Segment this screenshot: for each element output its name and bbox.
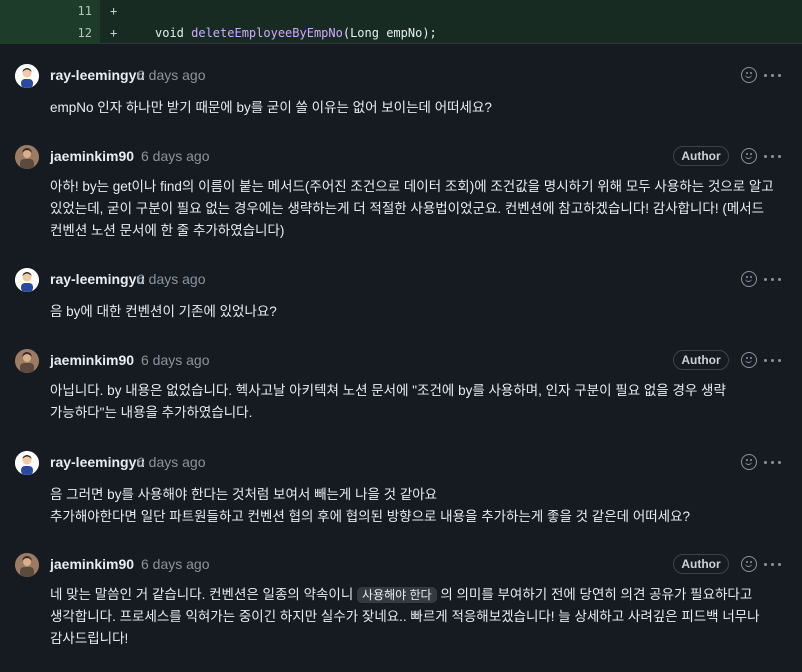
more-options-icon[interactable] xyxy=(764,278,782,282)
comment-body-line: 추가해야한다면 일단 파트원들하고 컨벤션 협의 후에 협의된 방향으로 내용을… xyxy=(50,509,691,524)
comment-body: 음 그러면 by를 사용해야 한다는 것처럼 보여서 빼는게 나을 것 같아요 … xyxy=(50,484,790,528)
author-badge: Author xyxy=(673,350,729,370)
diff-line: 12 + void deleteEmployeeByEmpNo(Long emp… xyxy=(0,22,802,44)
comment-author[interactable]: ray-leemingyu xyxy=(50,454,145,470)
avatar[interactable] xyxy=(15,145,39,169)
author-badge: Author xyxy=(673,146,729,166)
comment-body: empNo 인자 하나만 받기 때문에 by를 굳이 쓸 이유는 없어 보이는데… xyxy=(50,100,492,115)
add-reaction-icon[interactable] xyxy=(741,271,757,287)
comment-timestamp[interactable]: 6 days ago xyxy=(141,148,210,164)
avatar[interactable] xyxy=(15,451,39,475)
more-options-icon[interactable] xyxy=(764,155,782,159)
add-reaction-icon[interactable] xyxy=(741,454,757,470)
line-number: 12 xyxy=(0,22,100,44)
diff-sign: + xyxy=(110,26,118,40)
comment-timestamp[interactable]: 6 days ago xyxy=(137,454,206,470)
comment-timestamp[interactable]: 6 days ago xyxy=(141,352,210,368)
diff-view: 11 + 12 + void deleteEmployeeByEmpNo(Lon… xyxy=(0,0,802,44)
comment-body-line: 음 그러면 by를 사용해야 한다는 것처럼 보여서 빼는게 나을 것 같아요 xyxy=(50,487,438,502)
diff-line: 11 + xyxy=(0,0,802,22)
add-reaction-icon[interactable] xyxy=(741,148,757,164)
inline-code: 사용해야 한다 xyxy=(357,587,437,603)
diff-sign: + xyxy=(110,4,118,18)
comment-author[interactable]: ray-leemingyu xyxy=(50,271,145,287)
comment-body: 아닙니다. by 내용은 없었습니다. 헥사고날 아키텍쳐 노션 문서에 "조건… xyxy=(50,383,726,420)
comment-body: 아하! by는 get이나 find의 이름이 붙는 메서드(주어진 조건으로 … xyxy=(50,179,774,238)
comment-timestamp[interactable]: 6 days ago xyxy=(137,271,206,287)
avatar[interactable] xyxy=(15,64,39,88)
comment-timestamp[interactable]: 6 days ago xyxy=(141,556,210,572)
avatar[interactable] xyxy=(15,349,39,373)
add-reaction-icon[interactable] xyxy=(741,556,757,572)
add-reaction-icon[interactable] xyxy=(741,352,757,368)
comment-author[interactable]: jaeminkim90 xyxy=(50,148,134,164)
more-options-icon[interactable] xyxy=(764,74,782,78)
comment-timestamp[interactable]: 6 days ago xyxy=(137,67,206,83)
comment-author[interactable]: jaeminkim90 xyxy=(50,352,134,368)
line-number: 11 xyxy=(0,0,100,22)
comment-author[interactable]: ray-leemingyu xyxy=(50,67,145,83)
diff-code: void deleteEmployeeByEmpNo(Long empNo); xyxy=(155,26,437,40)
more-options-icon[interactable] xyxy=(764,359,782,363)
author-badge: Author xyxy=(673,554,729,574)
add-reaction-icon[interactable] xyxy=(741,67,757,83)
comment-body: 네 맞는 말씀인 거 같습니다. 컨벤션은 일종의 약속이니 사용해야 한다 의… xyxy=(50,587,760,646)
comment-body: 음 by에 대한 컨벤션이 기존에 있었나요? xyxy=(50,304,277,319)
avatar[interactable] xyxy=(15,553,39,577)
comment-author[interactable]: jaeminkim90 xyxy=(50,556,134,572)
more-options-icon[interactable] xyxy=(764,461,782,465)
avatar[interactable] xyxy=(15,268,39,292)
more-options-icon[interactable] xyxy=(764,563,782,567)
